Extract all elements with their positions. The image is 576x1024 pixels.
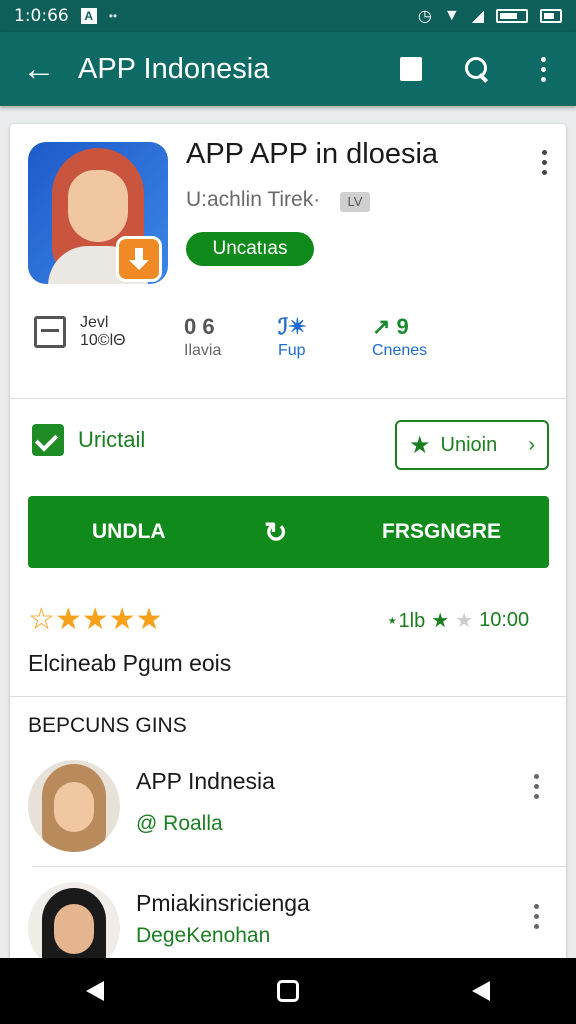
bookmark-icon — [400, 57, 422, 81]
install-button-left-label: UNDLA — [92, 520, 166, 543]
list-item-subtitle: @ Roalla — [136, 812, 223, 835]
notification-dots: •• — [108, 9, 118, 23]
divider — [10, 398, 566, 399]
avatar — [28, 760, 120, 852]
stat-size-top: Jevl — [80, 314, 109, 331]
rating-number: 10:00 — [479, 609, 530, 631]
battery-icon — [496, 9, 528, 23]
star-icon: ★ — [431, 610, 450, 632]
stat-downloads-label: Fup — [278, 342, 306, 359]
bookmark-button[interactable] — [378, 32, 444, 106]
divider — [32, 866, 566, 867]
stat-rating-label: Ilavia — [184, 342, 222, 359]
alarm-icon: ◷ — [417, 8, 432, 25]
overflow-menu-button[interactable] — [510, 32, 576, 106]
list-item-title: Pmiakinsricienga — [136, 890, 310, 916]
list-item[interactable]: APP Indnesia @ Roalla — [10, 760, 566, 860]
page-title: APP Indonesia — [78, 52, 270, 85]
install-button[interactable]: UNDLA ↻ FRSGNGRE — [28, 496, 549, 568]
divider — [10, 696, 566, 697]
section-heading: BEPCUNS GINS — [28, 714, 187, 737]
installed-indicator: Urictail — [32, 424, 145, 456]
more-vert-icon — [540, 56, 546, 82]
check-icon — [32, 424, 64, 456]
nav-recents-icon[interactable] — [471, 981, 490, 1001]
battery-saver-icon — [540, 9, 562, 23]
wishlist-label: Unioin — [440, 433, 498, 456]
installed-label: Urictail — [78, 427, 146, 452]
nav-back-icon[interactable] — [86, 981, 105, 1001]
stat-rating-value: 0 6 — [184, 314, 215, 339]
document-icon — [34, 316, 66, 348]
list-item[interactable]: Pmiakinsricienga DegeKenohan — [10, 882, 566, 964]
app-detail-card: APP APP in dloesia U:achlin Tirek· LV Un… — [10, 124, 566, 964]
status-time: 1:0:66 — [14, 6, 69, 26]
app-bar: ← APP Indonesia — [0, 32, 576, 106]
search-button[interactable] — [444, 32, 510, 106]
system-nav-bar — [0, 958, 576, 1024]
notification-icon: A — [80, 8, 97, 24]
wishlist-button[interactable]: ★ Unioin › — [395, 420, 549, 470]
stat-size: Jevl 10©lΘ — [34, 314, 126, 350]
developer-badge: LV — [340, 192, 370, 212]
review-text: Elcineab Pgum eois — [28, 650, 232, 676]
list-item-title: APP Indnesia — [136, 768, 275, 794]
stats-row: Jevl 10©lΘ 0 6 Ilavia ℐ✴ Fup ↗ 9 Cnenes — [10, 314, 566, 374]
category-chip[interactable]: Uncatıas — [186, 232, 314, 266]
chevron-right-icon: › — [528, 433, 535, 456]
stat-category-icon: ↗ 9 — [372, 314, 409, 339]
download-icon — [116, 236, 162, 282]
app-icon — [28, 142, 168, 284]
app-title: APP APP in dloesia — [186, 138, 439, 170]
more-vert-icon[interactable] — [534, 904, 539, 929]
star-empty-icon: ★ — [455, 610, 474, 632]
nav-home-icon[interactable] — [276, 980, 299, 1002]
stat-downloads: ℐ✴ Fup — [278, 314, 307, 362]
more-vert-icon[interactable] — [534, 774, 539, 799]
rating-stars[interactable]: ☆★★★★ — [28, 602, 162, 637]
stat-rating: 0 6 Ilavia — [184, 314, 221, 362]
signal-icon: ◢ — [471, 8, 484, 25]
search-icon — [465, 57, 489, 81]
stat-size-bottom: 10©lΘ — [80, 332, 126, 349]
stat-downloads-icon: ℐ✴ — [278, 314, 307, 339]
list-item-subtitle: DegeKenohan — [136, 924, 271, 947]
wifi-icon: ▼ — [443, 7, 460, 24]
avatar — [28, 882, 120, 964]
stat-category: ↗ 9 Cnenes — [372, 314, 427, 362]
rating-count: ⋆1lb — [386, 610, 426, 632]
sync-icon: ↻ — [264, 516, 288, 548]
more-vert-icon[interactable] — [534, 150, 554, 180]
star-icon: ★ — [409, 431, 431, 459]
stat-category-label: Cnenes — [372, 342, 428, 359]
status-bar: 1:0:66 A •• ◷ ▼ ◢ — [0, 0, 576, 32]
rating-summary: ⋆1lb ★ ★ 10:00 — [386, 608, 529, 633]
developer-name[interactable]: U:achlin Tirek· — [186, 188, 320, 212]
install-button-right-label: FRSGNGRE — [382, 520, 502, 543]
back-arrow-icon[interactable]: ← — [0, 32, 78, 106]
